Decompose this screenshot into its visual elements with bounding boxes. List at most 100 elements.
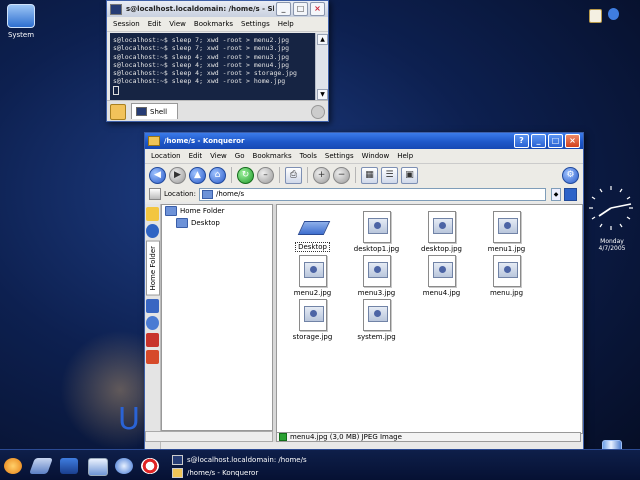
menu-view[interactable]: View [165,20,190,28]
file-item-system[interactable]: system.jpg [349,299,404,341]
file-item-desktop1[interactable]: desktop1.jpg [349,211,404,253]
list-view-button[interactable]: ☰ [381,166,398,184]
file-item-desktop[interactable]: Desktop [285,211,340,252]
preview-button[interactable]: ▣ [401,166,418,184]
shell-title: s@localhost.localdomain: /home/s - Shell… [126,5,274,13]
show-desktop-icon[interactable] [29,458,53,474]
home-button[interactable]: ⌂ [209,166,226,184]
konsole-icon[interactable] [88,458,108,476]
file-item-desktop-jpg[interactable]: desktop.jpg [414,211,469,253]
root-folder-icon[interactable] [146,349,159,364]
image-file-icon [492,211,521,243]
media-icon[interactable] [146,332,159,347]
konqueror-titlebar[interactable]: /home/s - Konqueror ? _ □ × [145,133,583,149]
file-item-menu[interactable]: menu.jpg [479,255,534,297]
location-label: Location: [164,190,196,198]
gear-icon[interactable]: ⚙ [562,166,579,184]
toolbar-separator [355,167,356,183]
location-dropdown[interactable]: ◆ [551,187,561,201]
view-mode-button[interactable]: ▦ [361,166,378,184]
desktop-icon-system[interactable]: System [4,4,38,39]
help-button[interactable]: ? [514,134,529,148]
new-session-button[interactable] [110,104,126,120]
shell-window: s@localhost.localdomain: /home/s - Shell… [106,0,329,122]
file-item-storage[interactable]: storage.jpg [285,299,340,341]
print-button[interactable]: ⎙ [285,166,302,184]
knotes-icon[interactable] [589,9,602,23]
konqueror-toolbar: ◀ ▶ ▲ ⌂ ↻ – ⎙ + − ▦ ☰ ▣ ⚙ [145,164,583,186]
go-button[interactable] [564,187,577,201]
taskbar: s@localhost.localdomain: /home/s /home/s… [0,449,640,480]
network-icon[interactable] [146,298,159,313]
kde-menu-icon[interactable] [4,458,22,474]
kmix-icon[interactable] [608,8,619,20]
close-button[interactable]: × [310,2,325,16]
menu-view[interactable]: View [206,152,231,160]
terminal-output[interactable]: s@localhost:~$ sleep 7; xwd -root > menu… [110,33,321,101]
file-label: system.jpg [357,333,396,341]
scroll-down-icon[interactable]: ▼ [317,89,328,100]
history-icon[interactable] [146,224,159,238]
terminal-line: s@localhost:~$ sleep 4; xwd -root > menu… [113,60,290,69]
clear-location-icon[interactable] [149,188,161,200]
image-file-icon [298,299,327,331]
taskbar-entry-label: s@localhost.localdomain: /home/s [187,455,307,464]
menu-tools[interactable]: Tools [296,152,321,160]
menu-settings[interactable]: Settings [321,152,358,160]
help-center-icon[interactable] [141,458,159,474]
image-file-icon [362,255,391,287]
close-session-button[interactable] [311,105,325,119]
scroll-up-icon[interactable]: ▲ [317,34,328,45]
tree-item-home[interactable]: Home Folder [162,205,272,217]
status-text: menu4.jpg (3,0 MB) JPEG Image [290,433,402,441]
tree-item-desktop[interactable]: Desktop [162,217,272,229]
zoom-in-button[interactable]: + [313,166,330,184]
reload-button[interactable]: ↻ [237,166,254,184]
menu-window[interactable]: Window [358,152,394,160]
menu-edit[interactable]: Edit [185,152,207,160]
image-file-icon [427,255,456,287]
menu-help[interactable]: Help [393,152,417,160]
taskbar-entry-shell[interactable]: s@localhost.localdomain: /home/s [172,454,307,465]
image-file-icon [362,211,391,243]
menu-bookmarks[interactable]: Bookmarks [249,152,296,160]
up-button[interactable]: ▲ [189,166,206,184]
tab-home-folder[interactable]: Home Folder [146,241,160,296]
bookmarks-icon[interactable] [146,207,159,221]
file-item-menu1[interactable]: menu1.jpg [479,211,534,253]
forward-button[interactable]: ▶ [169,166,186,184]
tab-shell[interactable]: Shell [131,103,179,119]
taskbar-entry-konqueror[interactable]: /home/s - Konqueror [172,467,258,478]
menu-go[interactable]: Go [231,152,249,160]
back-button[interactable]: ◀ [149,166,166,184]
menu-location[interactable]: Location [147,152,185,160]
file-item-menu3[interactable]: menu3.jpg [349,255,404,297]
maximize-button[interactable]: □ [548,134,563,148]
menu-help[interactable]: Help [274,20,298,28]
menu-settings[interactable]: Settings [237,20,274,28]
konqueror-browser-icon[interactable] [115,458,133,474]
tree-statusbar [145,431,273,442]
terminal-scrollbar[interactable]: ▲ ▼ [315,33,328,101]
clock-date[interactable]: Monday 4/7/2005 [588,238,636,252]
close-button[interactable]: × [565,134,580,148]
file-item-menu2[interactable]: menu2.jpg [285,255,340,297]
file-item-menu4[interactable]: menu4.jpg [414,255,469,297]
location-input[interactable]: /home/s [198,187,546,201]
zoom-out-button[interactable]: − [333,166,350,184]
stop-button[interactable]: – [257,166,274,184]
image-file-icon [362,299,391,331]
minimize-button[interactable]: _ [531,134,546,148]
location-bar: Location: /home/s ◆ [145,186,583,202]
home-folder-icon[interactable] [60,458,78,474]
minimize-button[interactable]: _ [276,2,291,16]
maximize-button[interactable]: □ [293,2,308,16]
menu-edit[interactable]: Edit [144,20,166,28]
file-icon-view: Desktop desktop1.jpg desktop.jpg menu1.j… [276,204,583,434]
shell-titlebar[interactable]: s@localhost.localdomain: /home/s - Shell… [107,1,328,17]
menu-bookmarks[interactable]: Bookmarks [190,20,237,28]
menu-session[interactable]: Session [109,20,144,28]
services-icon[interactable] [146,315,159,330]
konqueror-menubar: Location Edit View Go Bookmarks Tools Se… [145,149,583,164]
toolbar-separator [231,167,232,183]
